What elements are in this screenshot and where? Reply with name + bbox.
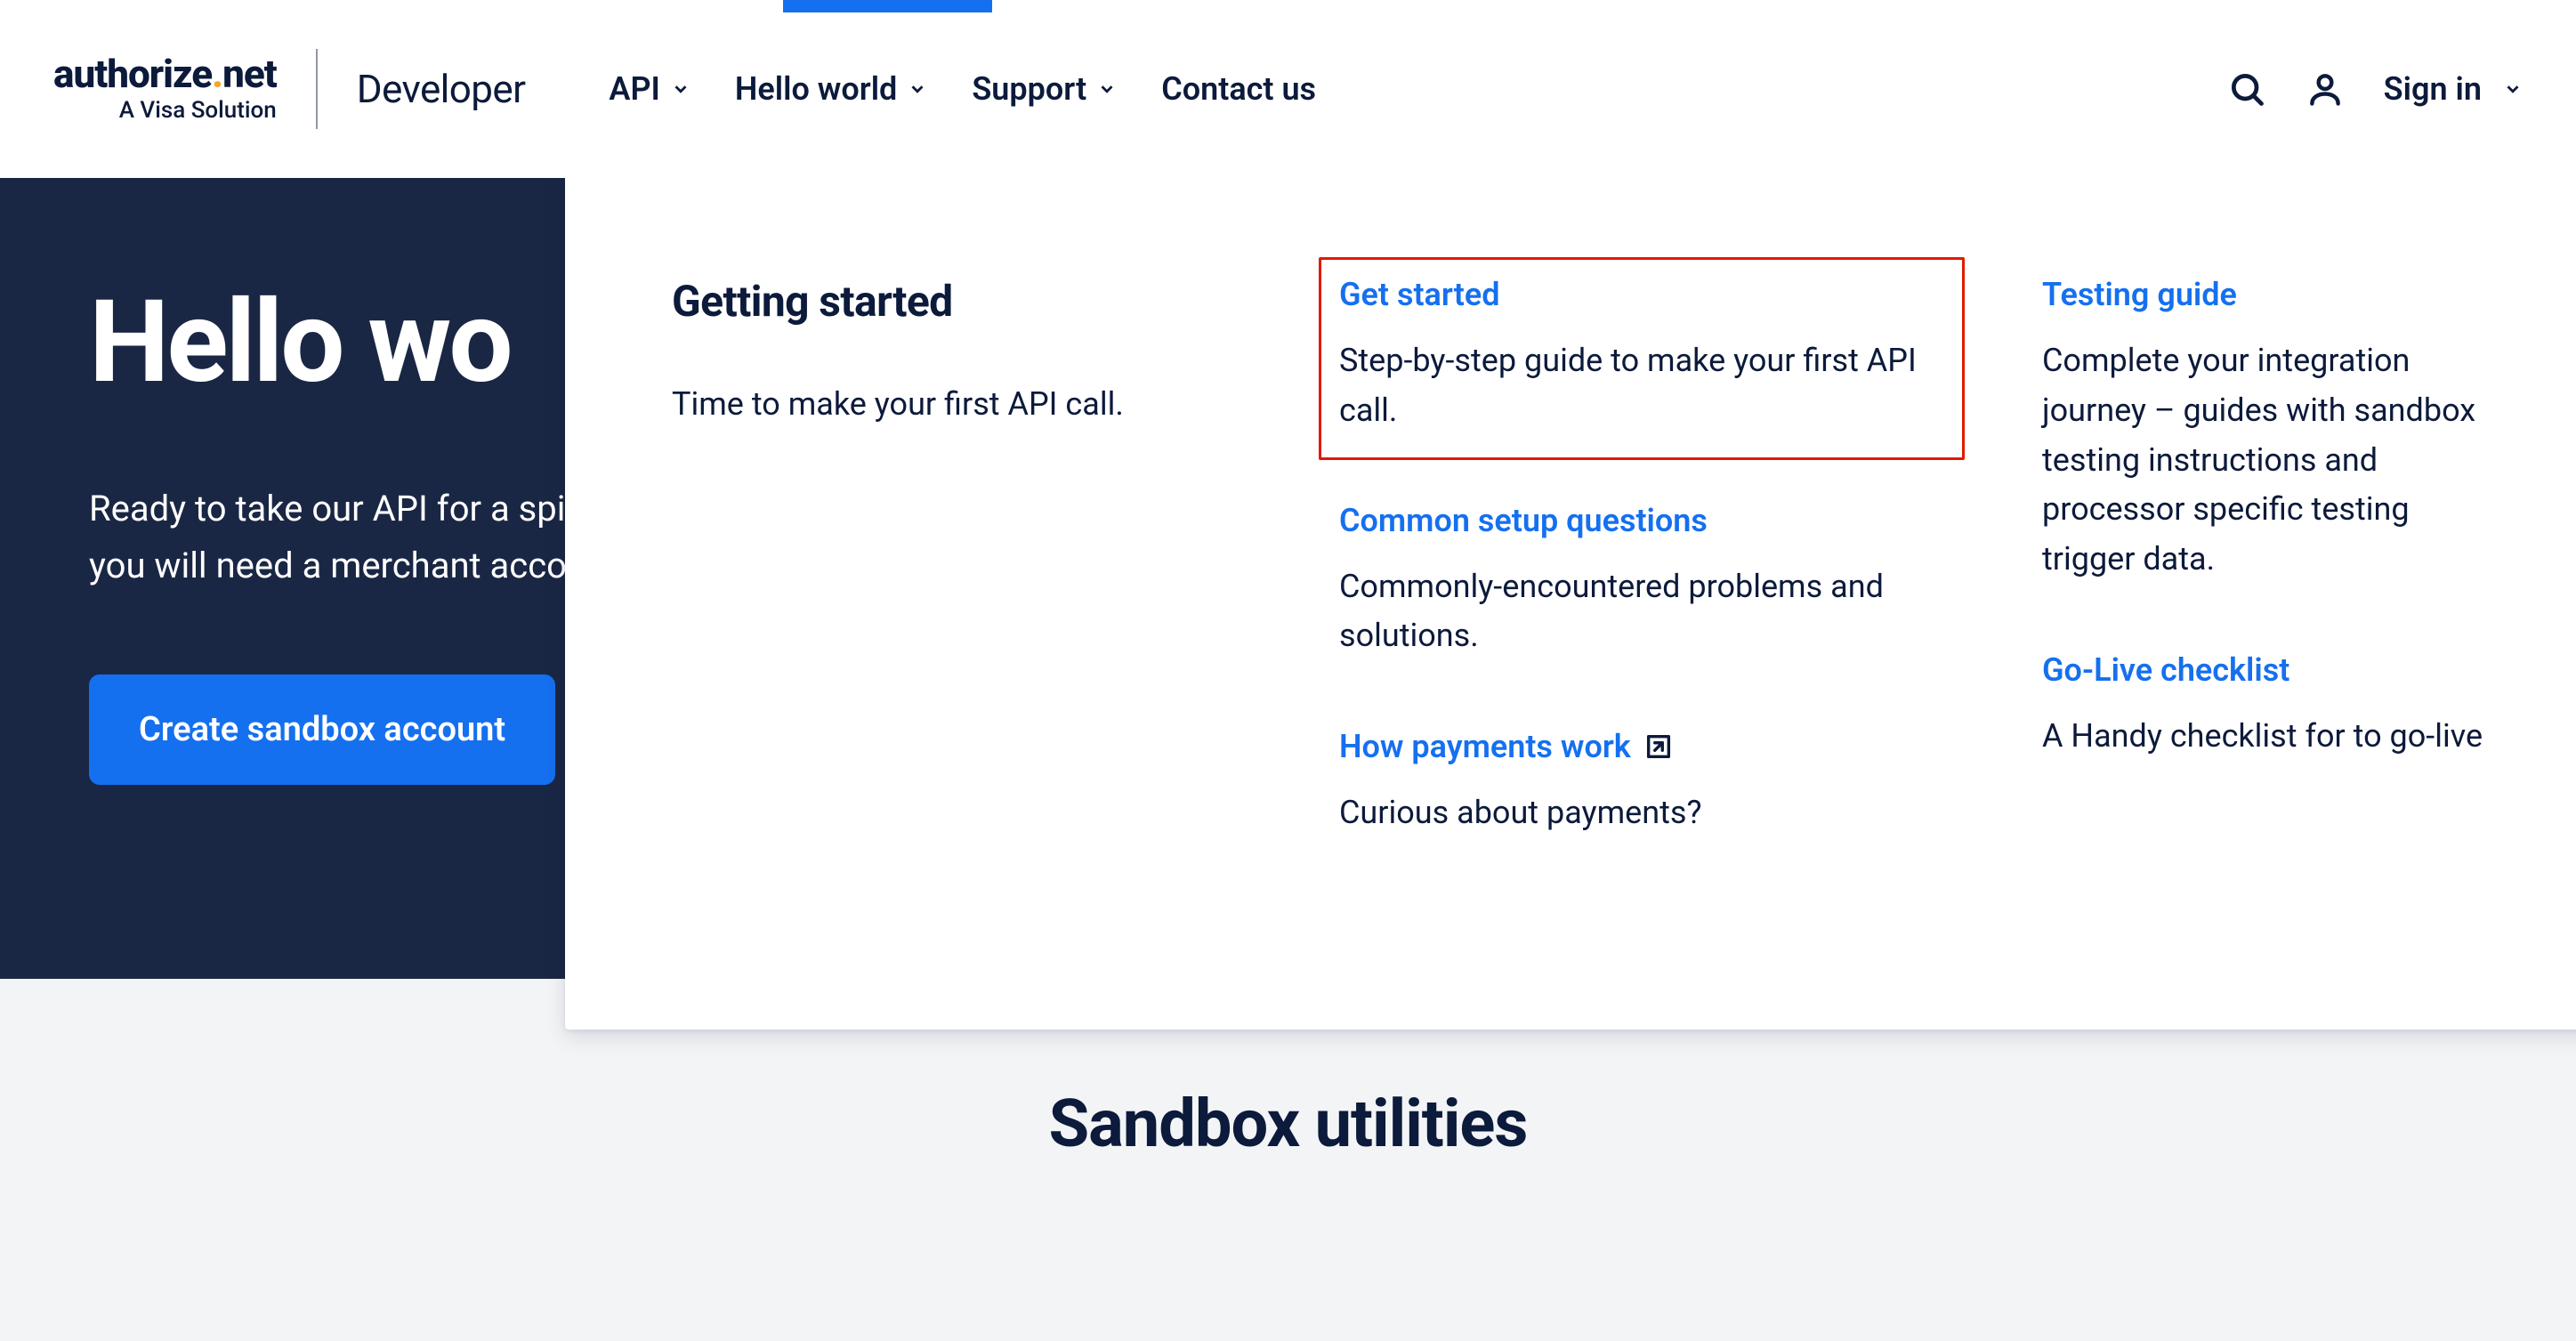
external-link-icon bbox=[1643, 731, 1674, 762]
sign-in-button[interactable]: Sign in bbox=[2384, 70, 2523, 108]
chevron-down-icon bbox=[671, 79, 690, 99]
how-payments-body: Curious about payments? bbox=[1339, 788, 1944, 838]
dropdown-col-right: Testing guide Complete your integration … bbox=[2042, 276, 2505, 905]
nav-hello-world[interactable]: Hello world bbox=[735, 70, 927, 108]
user-icon[interactable] bbox=[2305, 69, 2345, 109]
logo-block: authorize.net A Visa Solution Developer bbox=[53, 49, 564, 129]
create-sandbox-account-button[interactable]: Create sandbox account bbox=[89, 675, 555, 785]
testing-guide-body: Complete your integration journey – guid… bbox=[2042, 336, 2505, 585]
brand-dot: . bbox=[212, 51, 222, 97]
how-payments-label: How payments work bbox=[1339, 728, 1631, 765]
dropdown-item-go-live: Go-Live checklist A Handy checklist for … bbox=[2042, 651, 2505, 762]
sandbox-heading: Sandbox utilities bbox=[0, 1086, 2576, 1163]
nav-api-label: API bbox=[609, 70, 659, 108]
get-started-link[interactable]: Get started bbox=[1339, 276, 1499, 313]
common-setup-body: Commonly-encountered problems and soluti… bbox=[1339, 562, 1944, 662]
chevron-down-icon bbox=[1097, 79, 1117, 99]
nav-support-label: Support bbox=[972, 70, 1086, 108]
brand-wordmark: authorize.net bbox=[53, 54, 277, 93]
how-payments-link[interactable]: How payments work bbox=[1339, 728, 1674, 765]
nav-hello-world-label: Hello world bbox=[735, 70, 897, 108]
brand-suffix: net bbox=[222, 51, 277, 97]
search-icon[interactable] bbox=[2227, 69, 2266, 109]
developer-link[interactable]: Developer bbox=[357, 66, 526, 112]
go-live-link[interactable]: Go-Live checklist bbox=[2042, 651, 2289, 689]
dropdown-item-testing-guide: Testing guide Complete your integration … bbox=[2042, 276, 2505, 585]
nav-support[interactable]: Support bbox=[972, 70, 1117, 108]
dropdown-heading: Getting started bbox=[672, 276, 1241, 327]
testing-guide-link[interactable]: Testing guide bbox=[2042, 276, 2237, 313]
dropdown-col-middle: Get started Step-by-step guide to make y… bbox=[1339, 276, 1944, 905]
brand-logo[interactable]: authorize.net A Visa Solution bbox=[53, 54, 277, 124]
topbar-right: Sign in bbox=[2227, 69, 2523, 109]
dropdown-item-common-setup: Common setup questions Commonly-encounte… bbox=[1339, 502, 1944, 662]
sign-in-label: Sign in bbox=[2384, 70, 2482, 108]
nav-contact-label: Contact us bbox=[1161, 70, 1316, 108]
active-tab-accent bbox=[783, 0, 992, 12]
primary-nav: API Hello world Support Contact us bbox=[609, 70, 1316, 108]
dropdown-item-get-started: Get started Step-by-step guide to make y… bbox=[1319, 257, 1965, 460]
chevron-down-icon bbox=[908, 79, 927, 99]
brand-prefix: authorize bbox=[53, 51, 212, 97]
nav-api[interactable]: API bbox=[609, 70, 690, 108]
hello-world-dropdown: Getting started Time to make your first … bbox=[565, 138, 2576, 1030]
dropdown-item-how-payments: How payments work Curious about payments… bbox=[1339, 728, 1944, 838]
dropdown-col-intro: Getting started Time to make your first … bbox=[672, 276, 1241, 905]
top-navbar: authorize.net A Visa Solution Developer … bbox=[0, 0, 2576, 178]
go-live-body: A Handy checklist for to go-live bbox=[2042, 712, 2505, 762]
get-started-body: Step-by-step guide to make your first AP… bbox=[1339, 336, 1944, 436]
divider bbox=[316, 49, 318, 129]
nav-contact[interactable]: Contact us bbox=[1161, 70, 1316, 108]
chevron-down-icon bbox=[2503, 79, 2523, 99]
sandbox-section: Sandbox utilities bbox=[0, 979, 2576, 1341]
common-setup-link[interactable]: Common setup questions bbox=[1339, 502, 1708, 539]
dropdown-heading-body: Time to make your first API call. bbox=[672, 380, 1241, 430]
brand-tagline: A Visa Solution bbox=[119, 97, 277, 124]
